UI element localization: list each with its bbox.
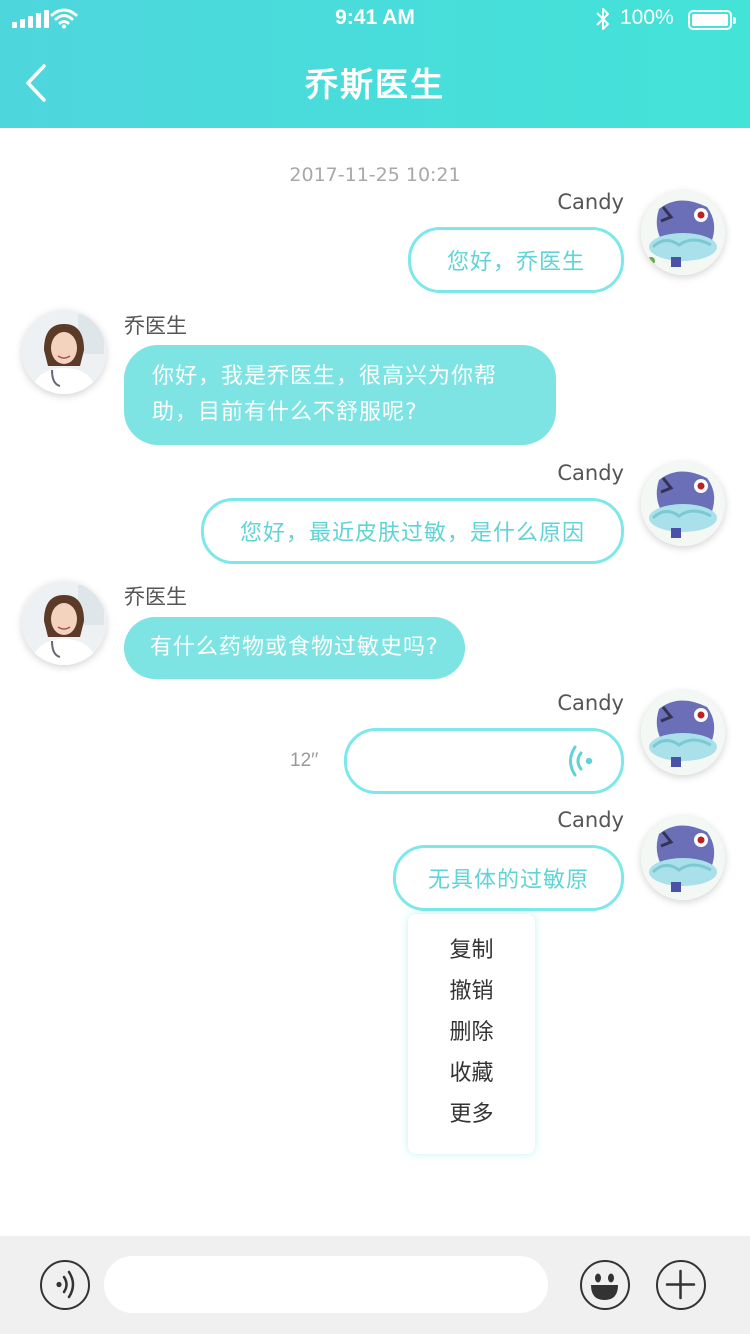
bluetooth-icon [596, 8, 609, 30]
menu-item-revoke[interactable]: 撤销 [408, 971, 535, 1012]
outgoing-message-bubble[interactable]: 您好，乔医生 [408, 227, 624, 293]
menu-item-delete[interactable]: 删除 [408, 1012, 535, 1053]
doctor-avatar[interactable] [22, 581, 106, 665]
sender-name: 乔医生 [124, 585, 187, 609]
plus-icon [665, 1269, 696, 1300]
sender-name: Candy [557, 808, 624, 832]
chat-timestamp: 2017-11-25 10:21 [289, 164, 461, 186]
battery-percentage: 100% [620, 6, 674, 29]
sender-name: Candy [557, 190, 624, 214]
user-avatar[interactable] [641, 816, 725, 900]
message-input[interactable] [104, 1256, 548, 1313]
sender-name: Candy [557, 461, 624, 485]
incoming-message-bubble[interactable]: 你好，我是乔医生，很高兴为你帮助，目前有什么不舒服呢? [124, 345, 556, 445]
battery-icon [688, 10, 736, 30]
menu-item-copy[interactable]: 复制 [408, 930, 535, 971]
add-more-button[interactable] [656, 1260, 706, 1310]
page-title: 乔斯医生 [305, 65, 445, 104]
sender-name: 乔医生 [124, 314, 187, 338]
sender-name: Candy [557, 691, 624, 715]
emoji-icon [591, 1273, 618, 1300]
incoming-message-bubble[interactable]: 有什么药物或食物过敏史吗? [124, 617, 465, 679]
outgoing-message-bubble[interactable]: 您好，最近皮肤过敏，是什么原因 [201, 498, 624, 564]
voice-input-button[interactable] [40, 1260, 90, 1310]
voice-duration: 12′′ [290, 750, 319, 771]
status-bar: 9:41 AM 100% [0, 0, 750, 40]
outgoing-message-bubble[interactable]: 无具体的过敏原 [393, 845, 624, 911]
voice-wave-icon [569, 745, 593, 777]
menu-item-more[interactable]: 更多 [408, 1094, 535, 1135]
message-context-menu: 复制 撤销 删除 收藏 更多 [408, 914, 535, 1154]
user-avatar[interactable] [641, 191, 725, 275]
voice-icon [56, 1270, 75, 1299]
navigation-header: 9:41 AM 100% 乔斯医生 [0, 0, 750, 128]
voice-message-bubble[interactable] [344, 728, 624, 794]
user-avatar[interactable] [641, 691, 725, 775]
emoji-button[interactable] [580, 1260, 630, 1310]
user-avatar[interactable] [641, 462, 725, 546]
input-bar [0, 1236, 750, 1334]
doctor-avatar[interactable] [22, 310, 106, 394]
menu-item-favorite[interactable]: 收藏 [408, 1053, 535, 1094]
